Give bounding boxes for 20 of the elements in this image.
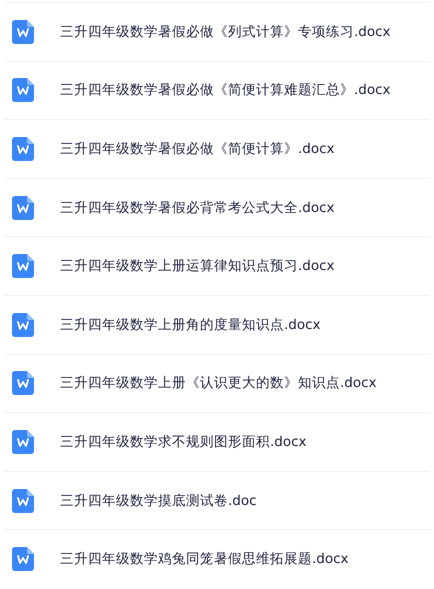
file-name[interactable]: 三升四年级数学上册角的度量知识点.docx bbox=[60, 316, 321, 334]
document-icon bbox=[12, 196, 34, 220]
document-icon bbox=[12, 20, 34, 44]
file-name[interactable]: 三升四年级数学上册《认识更大的数》知识点.docx bbox=[60, 374, 377, 392]
file-name[interactable]: 三升四年级数学暑假必做《简便计算难题汇总》.docx bbox=[60, 81, 391, 100]
file-name[interactable]: 三升四年级数学上册运算律知识点预习.docx bbox=[60, 257, 335, 276]
document-icon bbox=[12, 312, 34, 337]
document-icon bbox=[12, 254, 34, 278]
file-name[interactable]: 三升四年级数学暑假必背常考公式大全.docx bbox=[60, 198, 335, 217]
file-name[interactable]: 三升四年级数学暑假必做《列式计算》专项练习.docx bbox=[60, 22, 391, 41]
document-icon bbox=[12, 78, 34, 102]
file-name[interactable]: 三升四年级数学求不规则图形面积.docx bbox=[60, 432, 307, 451]
file-name[interactable]: 三升四年级数学鸡兔同笼暑假思维拓展题.docx bbox=[60, 550, 349, 568]
document-icon bbox=[12, 136, 34, 161]
document-icon bbox=[12, 488, 34, 513]
document-icon bbox=[12, 430, 34, 454]
document-icon bbox=[12, 547, 34, 572]
file-name[interactable]: 三升四年级数学摸底测试卷.doc bbox=[60, 492, 257, 510]
file-name[interactable]: 三升四年级数学暑假必做《简便计算》.docx bbox=[60, 140, 335, 158]
document-icon bbox=[12, 371, 34, 396]
